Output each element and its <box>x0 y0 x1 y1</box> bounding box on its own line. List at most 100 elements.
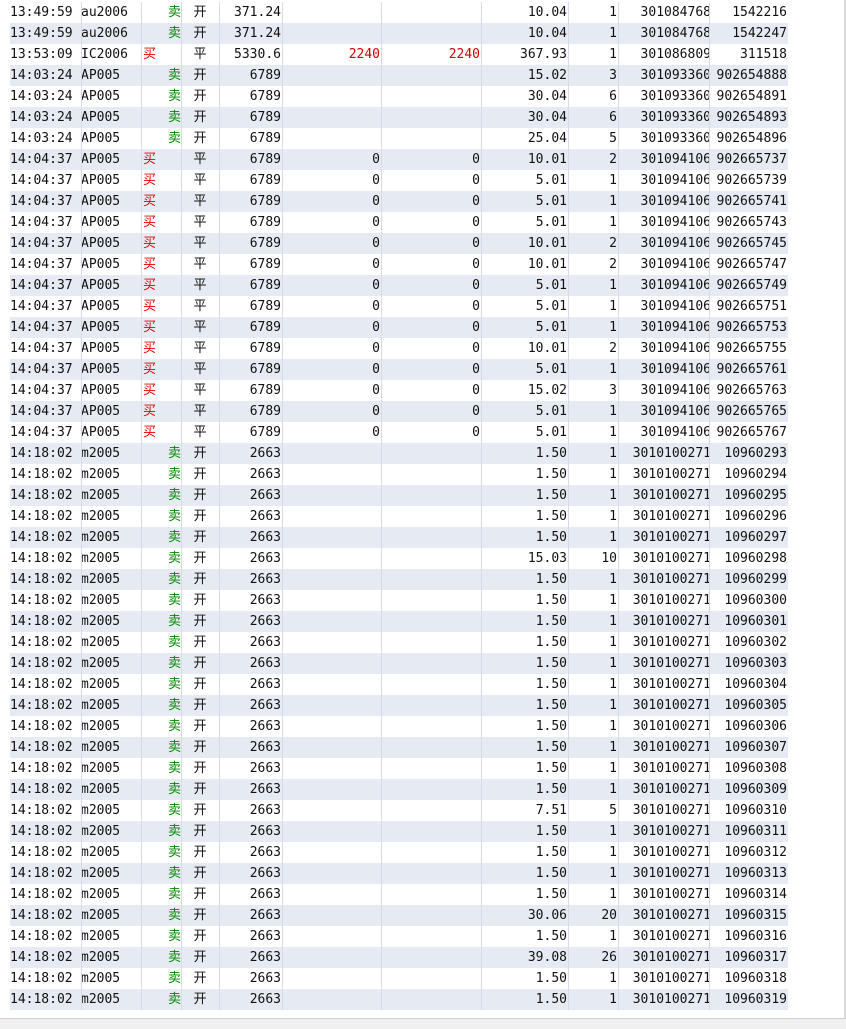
table-row[interactable]: 14:04:37 AP005 买 平 6789 0 0 15.02 3 301094106 9026… <box>10 380 788 401</box>
cell-open-close: 开 <box>193 89 207 104</box>
cell-price: 2663 <box>249 824 281 839</box>
cell-open-close: 平 <box>193 362 207 377</box>
cell-amount: 30.06 <box>527 908 567 923</box>
table-row[interactable]: 14:04:37 AP005 买 平 6789 0 0 5.01 1 301094106 90266… <box>10 401 788 422</box>
cell-order-id: 10960307 <box>724 740 787 755</box>
column-divider <box>282 2 283 1010</box>
cell-quantity: 1 <box>609 887 617 902</box>
cell-time: 14:18:02 <box>10 971 73 986</box>
table-row[interactable]: 13:49:59 au2006 卖开 371.24 10.04 1 301084768 154… <box>10 2 788 23</box>
cell-code: m2005 <box>81 698 121 713</box>
cell-trade-id: 301094106 <box>640 425 711 440</box>
table-row[interactable]: 14:03:24 AP005 卖开 6789 30.04 6 301093360 902654… <box>10 86 788 107</box>
table-row[interactable]: 14:04:37 AP005 买 平 6789 0 0 5.01 1 301094106 90266… <box>10 317 788 338</box>
table-row[interactable]: 14:18:02 m2005 卖开 2663 1.50 1 3010100271 109602… <box>10 485 788 506</box>
table-row[interactable]: 14:04:37 AP005 买 平 6789 0 0 10.01 2 301094106 9026… <box>10 338 788 359</box>
table-row[interactable]: 14:18:02 m2005 卖开 2663 1.50 1 3010100271 109602… <box>10 464 788 485</box>
cell-time: 14:18:02 <box>10 467 73 482</box>
cell-direction: 卖 <box>167 740 181 755</box>
table-row[interactable]: 14:18:02 m2005 卖开 2663 1.50 1 3010100271 109602… <box>10 443 788 464</box>
table-row[interactable]: 14:18:02 m2005 卖开 2663 1.50 1 3010100271 109603… <box>10 674 788 695</box>
table-row[interactable]: 14:18:02 m2005 卖开 2663 1.50 1 3010100271 109603… <box>10 989 788 1010</box>
cell-trade-id: 301093360 <box>640 131 711 146</box>
cell-time: 14:04:37 <box>10 194 73 209</box>
table-row[interactable]: 14:18:02 m2005 卖开 2663 1.50 1 3010100271 109603… <box>10 863 788 884</box>
cell-price: 6789 <box>249 215 281 230</box>
table-row[interactable]: 13:49:59 au2006 卖开 371.24 10.04 1 301084768 154… <box>10 23 788 44</box>
table-row[interactable]: 14:18:02 m2005 卖开 2663 1.50 1 3010100271 109603… <box>10 842 788 863</box>
table-row[interactable]: 14:18:02 m2005 卖开 2663 1.50 1 3010100271 109602… <box>10 569 788 590</box>
cell-order-id: 1542247 <box>732 26 787 41</box>
cell-pnl-2: 0 <box>472 215 480 230</box>
cell-order-id: 10960316 <box>724 929 787 944</box>
cell-code: AP005 <box>81 194 121 209</box>
table-row[interactable]: 14:18:02 m2005 卖开 2663 1.50 1 3010100271 109603… <box>10 821 788 842</box>
table-row[interactable]: 14:18:02 m2005 卖开 2663 15.03 10 3010100271 1096… <box>10 548 788 569</box>
table-row[interactable]: 14:18:02 m2005 卖开 2663 1.50 1 3010100271 109603… <box>10 968 788 989</box>
table-row[interactable]: 14:18:02 m2005 卖开 2663 1.50 1 3010100271 109603… <box>10 737 788 758</box>
table-row[interactable]: 14:18:02 m2005 卖开 2663 39.08 26 3010100271 1096… <box>10 947 788 968</box>
cell-pnl: 0 <box>372 383 380 398</box>
cell-code: m2005 <box>81 488 121 503</box>
cell-pnl: 0 <box>372 404 380 419</box>
cell-direction: 卖 <box>167 971 181 986</box>
cell-pnl-2 <box>382 800 480 821</box>
table-row[interactable]: 14:18:02 m2005 卖开 2663 1.50 1 3010100271 109603… <box>10 884 788 905</box>
table-row[interactable]: 14:18:02 m2005 卖开 2663 1.50 1 3010100271 109602… <box>10 527 788 548</box>
table-row[interactable]: 14:18:02 m2005 卖开 2663 1.50 1 3010100271 109603… <box>10 716 788 737</box>
table-row[interactable]: 14:04:37 AP005 买 平 6789 0 0 5.01 1 301094106 90266… <box>10 212 788 233</box>
table-row[interactable]: 14:04:37 AP005 买 平 6789 0 0 10.01 2 301094106 9026… <box>10 233 788 254</box>
cell-code: AP005 <box>81 68 121 83</box>
cell-open-close: 开 <box>193 530 207 545</box>
cell-open-close: 开 <box>193 950 207 965</box>
cell-code: m2005 <box>81 950 121 965</box>
cell-amount: 15.02 <box>527 68 567 83</box>
cell-time: 14:18:02 <box>10 551 73 566</box>
cell-code: m2005 <box>81 572 121 587</box>
table-row[interactable]: 14:04:37 AP005 买 平 6789 0 0 10.01 2 301094106 9026… <box>10 149 788 170</box>
cell-amount: 30.04 <box>527 89 567 104</box>
cell-pnl: 0 <box>372 362 380 377</box>
cell-trade-id: 3010100271 <box>632 677 711 692</box>
table-row[interactable]: 14:04:37 AP005 买 平 6789 0 0 5.01 1 301094106 90266… <box>10 170 788 191</box>
table-row[interactable]: 14:18:02 m2005 卖开 2663 1.50 1 3010100271 109602… <box>10 506 788 527</box>
cell-order-id: 10960301 <box>724 614 787 629</box>
cell-code: m2005 <box>81 635 121 650</box>
table-row[interactable]: 14:03:24 AP005 卖开 6789 25.04 5 301093360 902654… <box>10 128 788 149</box>
table-row[interactable]: 14:18:02 m2005 卖开 2663 1.50 1 3010100271 109603… <box>10 632 788 653</box>
table-row[interactable]: 14:18:02 m2005 卖开 2663 1.50 1 3010100271 109603… <box>10 611 788 632</box>
table-row[interactable]: 14:18:02 m2005 卖开 2663 1.50 1 3010100271 109603… <box>10 779 788 800</box>
table-row[interactable]: 14:18:02 m2005 卖开 2663 1.50 1 3010100271 109603… <box>10 653 788 674</box>
cell-pnl <box>283 863 380 884</box>
cell-open-close: 开 <box>193 446 207 461</box>
cell-trade-id: 301094106 <box>640 236 711 251</box>
table-row[interactable]: 14:04:37 AP005 买 平 6789 0 0 5.01 1 301094106 90266… <box>10 191 788 212</box>
cell-price: 2663 <box>249 929 281 944</box>
horizontal-scrollbar[interactable] <box>0 1018 846 1029</box>
table-row[interactable]: 14:04:37 AP005 买 平 6789 0 0 5.01 1 301094106 90266… <box>10 422 788 443</box>
cell-pnl-2 <box>382 65 480 86</box>
table-row[interactable]: 14:18:02 m2005 卖开 2663 1.50 1 3010100271 109603… <box>10 590 788 611</box>
table-row[interactable]: 14:18:02 m2005 卖开 2663 7.51 5 3010100271 109603… <box>10 800 788 821</box>
table-row[interactable]: 13:53:09 IC2006 买 平 5330.6 2240 2240 367.93 1 301… <box>10 44 788 65</box>
cell-open-close: 开 <box>193 572 207 587</box>
table-row[interactable]: 14:18:02 m2005 卖开 2663 1.50 1 3010100271 109603… <box>10 926 788 947</box>
table-row[interactable]: 14:18:02 m2005 卖开 2663 1.50 1 3010100271 109603… <box>10 695 788 716</box>
cell-pnl <box>283 485 380 506</box>
cell-price: 6789 <box>249 110 281 125</box>
cell-price: 6789 <box>249 89 281 104</box>
cell-trade-id: 301094106 <box>640 173 711 188</box>
cell-order-id: 1542216 <box>732 5 787 20</box>
table-row[interactable]: 14:03:24 AP005 卖开 6789 15.02 3 301093360 902654… <box>10 65 788 86</box>
table-row[interactable]: 14:04:37 AP005 买 平 6789 0 0 5.01 1 301094106 90266… <box>10 296 788 317</box>
table-row[interactable]: 14:18:02 m2005 卖开 2663 1.50 1 3010100271 109603… <box>10 758 788 779</box>
cell-order-id: 902665767 <box>716 425 787 440</box>
cell-pnl: 2240 <box>348 47 380 62</box>
cell-direction: 卖 <box>167 68 181 83</box>
table-row[interactable]: 14:04:37 AP005 买 平 6789 0 0 10.01 2 301094106 9026… <box>10 254 788 275</box>
cell-open-close: 开 <box>193 677 207 692</box>
table-row[interactable]: 14:18:02 m2005 卖开 2663 30.06 20 3010100271 1096… <box>10 905 788 926</box>
table-row[interactable]: 14:04:37 AP005 买 平 6789 0 0 5.01 1 301094106 90266… <box>10 359 788 380</box>
table-row[interactable]: 14:04:37 AP005 买 平 6789 0 0 5.01 1 301094106 90266… <box>10 275 788 296</box>
table-row[interactable]: 14:03:24 AP005 卖开 6789 30.04 6 301093360 902654… <box>10 107 788 128</box>
